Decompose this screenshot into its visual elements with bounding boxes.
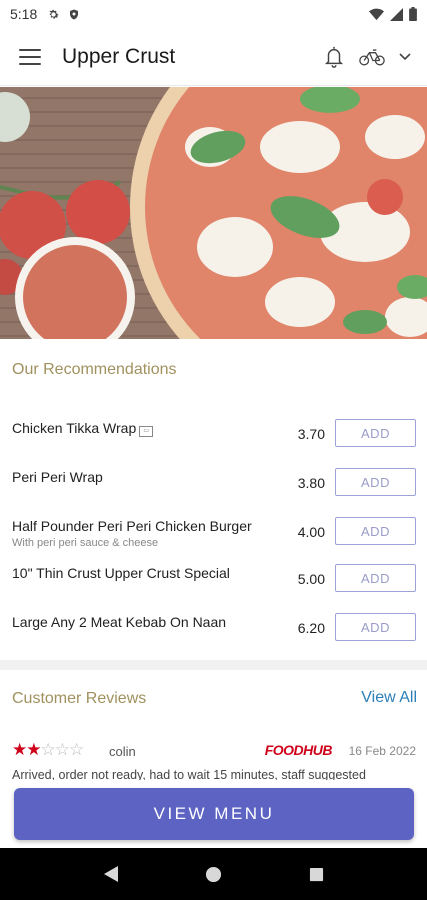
battery-icon [409,7,417,21]
star-filled-icon: ★ [12,740,27,759]
item-price: 3.80 [297,475,325,491]
bell-icon[interactable] [323,45,345,69]
recents-icon[interactable] [309,867,324,882]
item-name: Chicken Tikka Wrap [12,420,137,436]
status-bar: 5:18 [0,0,427,28]
bottom-cta-container: VIEW MENU [0,780,427,848]
item-name: Large Any 2 Meat Kebab On Naan [12,614,227,630]
review-source-logo: FOODHUB [264,742,333,758]
chevron-down-icon[interactable] [399,52,411,61]
reviews-section: Customer Reviews View All ★★☆☆☆ colin FO… [0,670,427,785]
add-button[interactable]: ADD [335,517,416,545]
list-item: Chicken Tikka Wrap ▭ 3.70 ADD [0,416,427,456]
item-name: Half Pounder Peri Peri Chicken Burger [12,518,252,534]
recommendations-section: Our Recommendations Chicken Tikka Wrap ▭ … [0,340,427,660]
review-author: colin [109,744,136,759]
app-bar: Upper Crust [0,28,427,86]
signal-icon [390,7,403,21]
shield-icon [70,9,79,19]
bike-icon[interactable] [359,47,385,67]
review-date: 16 Feb 2022 [348,744,416,758]
add-button[interactable]: ADD [335,419,416,447]
page-title: Upper Crust [62,44,176,68]
recommendations-title: Our Recommendations [12,361,177,378]
view-menu-button[interactable]: VIEW MENU [14,788,414,840]
back-icon[interactable] [103,865,119,883]
list-item: Large Any 2 Meat Kebab On Naan 6.20 ADD [0,610,427,650]
home-icon[interactable] [205,866,222,883]
menu-button[interactable] [0,28,60,86]
item-name: Peri Peri Wrap [12,469,103,485]
star-empty-icon: ☆ [54,740,70,759]
list-item: Peri Peri Wrap 3.80 ADD [0,465,427,505]
hero-image [0,87,427,339]
view-all-link[interactable]: View All [361,689,417,707]
add-button[interactable]: ADD [335,613,416,641]
item-price: 6.20 [297,620,325,636]
add-button[interactable]: ADD [335,564,416,592]
item-price: 3.70 [297,426,325,442]
section-divider [0,660,427,670]
reviews-title: Customer Reviews [12,690,147,707]
item-price: 5.00 [297,571,325,587]
wifi-icon [369,8,384,20]
item-description: With peri peri sauce & cheese [12,537,159,549]
star-empty-icon: ☆ [69,740,84,759]
status-time: 5:18 [10,6,38,22]
spicy-icon: ▭ [139,426,154,437]
star-filled-icon: ★ [26,740,41,759]
add-button[interactable]: ADD [335,468,416,496]
item-name: 10" Thin Crust Upper Crust Special [12,565,230,581]
system-nav-bar [0,848,427,900]
menu-icon [19,48,41,65]
list-item: 10" Thin Crust Upper Crust Special 5.00 … [0,561,427,601]
settings-icon [49,9,59,19]
star-empty-icon: ☆ [40,740,56,759]
star-rating: ★★☆☆☆ [12,740,84,760]
list-item: Half Pounder Peri Peri Chicken Burger Wi… [0,514,427,554]
item-price: 4.00 [297,524,325,540]
